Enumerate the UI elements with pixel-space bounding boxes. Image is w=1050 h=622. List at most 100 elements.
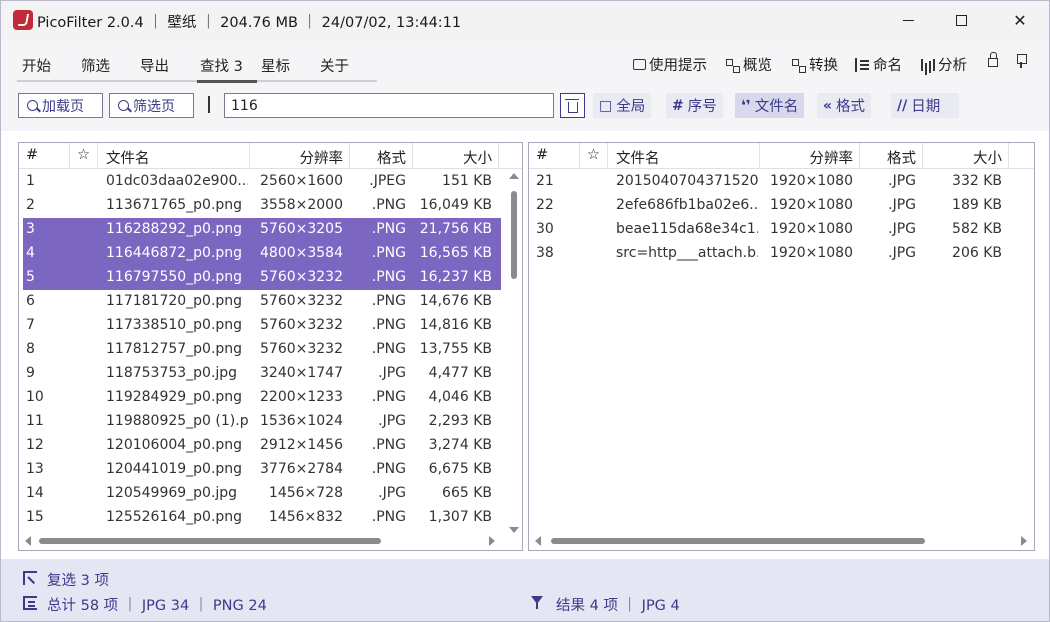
- search-input[interactable]: [224, 93, 554, 118]
- close-button[interactable]: ✕: [997, 1, 1043, 39]
- rename-button[interactable]: 命名: [855, 54, 902, 75]
- horizontal-scrollbar[interactable]: [25, 536, 495, 546]
- row-size: 16,237 KB: [419, 269, 492, 285]
- scope-filename[interactable]: ❛❜ 文件名: [735, 93, 805, 118]
- pin-button[interactable]: [1016, 54, 1027, 68]
- scroll-thumb[interactable]: [551, 538, 925, 544]
- scope-format[interactable]: « 格式: [817, 93, 872, 118]
- col-format-header[interactable]: 格式: [349, 147, 406, 168]
- analyze-button[interactable]: 分析: [920, 54, 967, 75]
- scroll-left-icon[interactable]: [535, 536, 541, 546]
- row-resolution: 1920×1080: [770, 245, 853, 261]
- tab-start[interactable]: 开始: [22, 55, 51, 76]
- table-row[interactable]: 15 125526164_p0.png 1456×832 .PNG 1,307 KB: [23, 506, 501, 530]
- row-index: 4: [26, 245, 35, 261]
- tab-about[interactable]: 关于: [320, 55, 349, 76]
- scroll-right-icon[interactable]: [489, 536, 495, 546]
- scroll-down-icon[interactable]: [509, 527, 519, 533]
- overview-label: 概览: [743, 58, 772, 74]
- usage-tips-button[interactable]: 使用提示: [633, 54, 707, 75]
- row-size: 582 KB: [952, 221, 1002, 237]
- scope-index[interactable]: # 序号: [666, 93, 723, 118]
- column-divider[interactable]: [69, 143, 70, 169]
- table-row[interactable]: 9 118753753_p0.jpg 3240×1747 .JPG 4,477 KB: [23, 362, 501, 386]
- col-size-header[interactable]: 大小: [922, 147, 1002, 168]
- row-size: 4,477 KB: [428, 365, 492, 381]
- table-row[interactable]: 14 120549969_p0.jpg 1456×728 .JPG 665 KB: [23, 482, 501, 506]
- vertical-scrollbar[interactable]: [509, 171, 519, 533]
- table-row[interactable]: 1 01dc03daa02e900... 2560×1600 .JPEG 151 KB: [23, 170, 501, 194]
- table-row[interactable]: 5 116797550_p0.png 5760×3232 .PNG 16,237 KB: [23, 266, 501, 290]
- table-row[interactable]: 21 2015040704371520... 1920×1080 .JPG 332 KB: [533, 170, 1003, 194]
- row-size: 206 KB: [952, 245, 1002, 261]
- col-format-header[interactable]: 格式: [859, 147, 916, 168]
- table-row[interactable]: 7 117338510_p0.png 5760×3232 .PNG 14,816 KB: [23, 314, 501, 338]
- filter-page-button[interactable]: 筛选页: [109, 93, 194, 118]
- row-filename: src=http___attach.b...: [616, 245, 758, 261]
- row-size: 14,816 KB: [419, 317, 492, 333]
- table-row[interactable]: 22 2efe686fb1ba02e6... 1920×1080 .JPG 189 KB: [533, 194, 1003, 218]
- table-row[interactable]: 11 119880925_p0 (1).p... 1536×1024 .JPG 2,29…: [23, 410, 501, 434]
- column-divider[interactable]: [607, 143, 608, 169]
- clear-search-button[interactable]: [560, 93, 585, 118]
- total-count: 总计 58 项 ｜ JPG 34 ｜ PNG 24: [47, 598, 267, 614]
- tab-find[interactable]: 查找 3: [200, 55, 243, 76]
- horizontal-scrollbar[interactable]: [535, 536, 1027, 546]
- tab-export[interactable]: 导出: [140, 55, 169, 76]
- table-row[interactable]: 2 113671765_p0.png 3558×2000 .PNG 16,049 KB: [23, 194, 501, 218]
- row-resolution: 4800×3584: [260, 245, 343, 261]
- row-format: .JPG: [888, 197, 916, 213]
- trash-icon: [564, 98, 579, 113]
- tab-starred[interactable]: 星标: [261, 55, 290, 76]
- col-size-header[interactable]: 大小: [412, 147, 492, 168]
- table-header: # ☆ 文件名 分辨率 格式 大小: [19, 143, 522, 169]
- load-page-button[interactable]: 加载页: [18, 93, 103, 118]
- overview-button[interactable]: 概览: [725, 54, 772, 75]
- table-row[interactable]: 10 119284929_p0.png 2200×1233 .PNG 4,046 KB: [23, 386, 501, 410]
- table-row[interactable]: 4 116446872_p0.png 4800×3584 .PNG 16,565 KB: [23, 242, 501, 266]
- col-name-header[interactable]: 文件名: [106, 147, 150, 168]
- scroll-thumb[interactable]: [39, 538, 381, 544]
- row-filename: 120441019_p0.png: [106, 461, 243, 477]
- col-resolution-header[interactable]: 分辨率: [759, 147, 854, 168]
- column-divider[interactable]: [579, 143, 580, 169]
- minimize-button[interactable]: [885, 1, 931, 39]
- row-index: 30: [536, 221, 554, 237]
- scroll-up-icon[interactable]: [509, 173, 519, 179]
- row-format: .PNG: [371, 245, 406, 261]
- row-filename: 116797550_p0.png: [106, 269, 243, 285]
- tab-filter[interactable]: 筛选: [81, 55, 110, 76]
- col-index-header[interactable]: #: [26, 147, 38, 163]
- col-index-header[interactable]: #: [536, 147, 548, 163]
- col-star-header[interactable]: ☆: [77, 147, 90, 163]
- row-size: 16,049 KB: [419, 197, 492, 213]
- column-divider[interactable]: [97, 143, 98, 169]
- table-row[interactable]: 6 117181720_p0.png 5760×3232 .PNG 14,676 KB: [23, 290, 501, 314]
- lock-button[interactable]: [988, 52, 998, 67]
- table-row[interactable]: 8 117812757_p0.png 5760×3232 .PNG 13,755 KB: [23, 338, 501, 362]
- row-filename: 01dc03daa02e900...: [106, 173, 248, 189]
- row-index: 10: [26, 389, 44, 405]
- row-size: 1,307 KB: [428, 509, 492, 525]
- column-divider[interactable]: [1008, 143, 1009, 169]
- scroll-right-icon[interactable]: [1021, 536, 1027, 546]
- row-format: .JPG: [888, 245, 916, 261]
- table-row[interactable]: 30 beae115da68e34c1... 1920×1080 .JPG 582 KB: [533, 218, 1003, 242]
- scroll-left-icon[interactable]: [25, 536, 31, 546]
- column-divider[interactable]: [498, 143, 499, 169]
- row-format: .PNG: [371, 317, 406, 333]
- table-row[interactable]: 13 120441019_p0.png 3776×2784 .PNG 6,675 KB: [23, 458, 501, 482]
- col-name-header[interactable]: 文件名: [616, 147, 660, 168]
- col-star-header[interactable]: ☆: [587, 147, 600, 163]
- table-row[interactable]: 12 120106004_p0.png 2912×1456 .PNG 3,274 KB: [23, 434, 501, 458]
- col-resolution-header[interactable]: 分辨率: [249, 147, 344, 168]
- scope-global[interactable]: □ 全局: [593, 93, 652, 118]
- maximize-button[interactable]: [938, 1, 984, 39]
- row-filename: 117812757_p0.png: [106, 341, 243, 357]
- scroll-thumb[interactable]: [511, 191, 517, 279]
- global-icon: □: [599, 97, 613, 114]
- table-row[interactable]: 3 116288292_p0.png 5760×3205 .PNG 21,756 KB: [23, 218, 501, 242]
- table-row[interactable]: 38 src=http___attach.b... 1920×1080 .JPG 206…: [533, 242, 1003, 266]
- convert-button[interactable]: 转换: [791, 54, 838, 75]
- scope-date[interactable]: // 日期: [891, 93, 959, 118]
